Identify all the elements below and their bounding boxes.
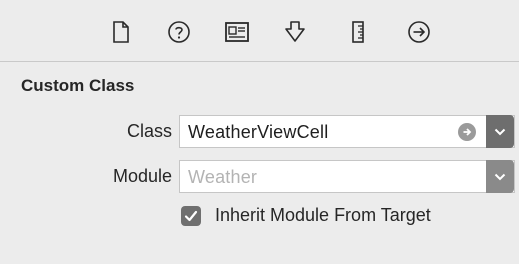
- module-field[interactable]: Weather: [179, 160, 515, 193]
- checkmark-icon: [184, 210, 198, 221]
- arrow-right-icon: [463, 128, 472, 136]
- module-label: Module: [112, 166, 172, 186]
- class-field[interactable]: WeatherViewCell: [179, 115, 515, 148]
- attributes-icon[interactable]: [282, 19, 308, 45]
- inherit-module-label: Inherit Module From Target: [215, 205, 431, 225]
- module-dropdown-button[interactable]: [486, 160, 514, 193]
- inherit-module-row[interactable]: Inherit Module From Target: [181, 205, 431, 226]
- size-icon[interactable]: [345, 19, 371, 45]
- connections-icon[interactable]: [406, 19, 432, 45]
- go-to-class-button[interactable]: [458, 123, 476, 141]
- chevron-down-icon: [494, 128, 506, 135]
- inherit-module-checkbox[interactable]: [181, 205, 201, 226]
- class-label: Class: [126, 121, 172, 141]
- module-placeholder[interactable]: Weather: [188, 167, 257, 188]
- inspector-toolbar: [0, 0, 519, 62]
- file-icon[interactable]: [108, 19, 134, 45]
- class-dropdown-button[interactable]: [486, 115, 514, 148]
- help-icon[interactable]: [166, 19, 192, 45]
- identity-icon[interactable]: [224, 19, 250, 45]
- section-title: Custom Class: [21, 76, 135, 95]
- class-value[interactable]: WeatherViewCell: [188, 122, 328, 143]
- chevron-down-icon: [494, 173, 506, 180]
